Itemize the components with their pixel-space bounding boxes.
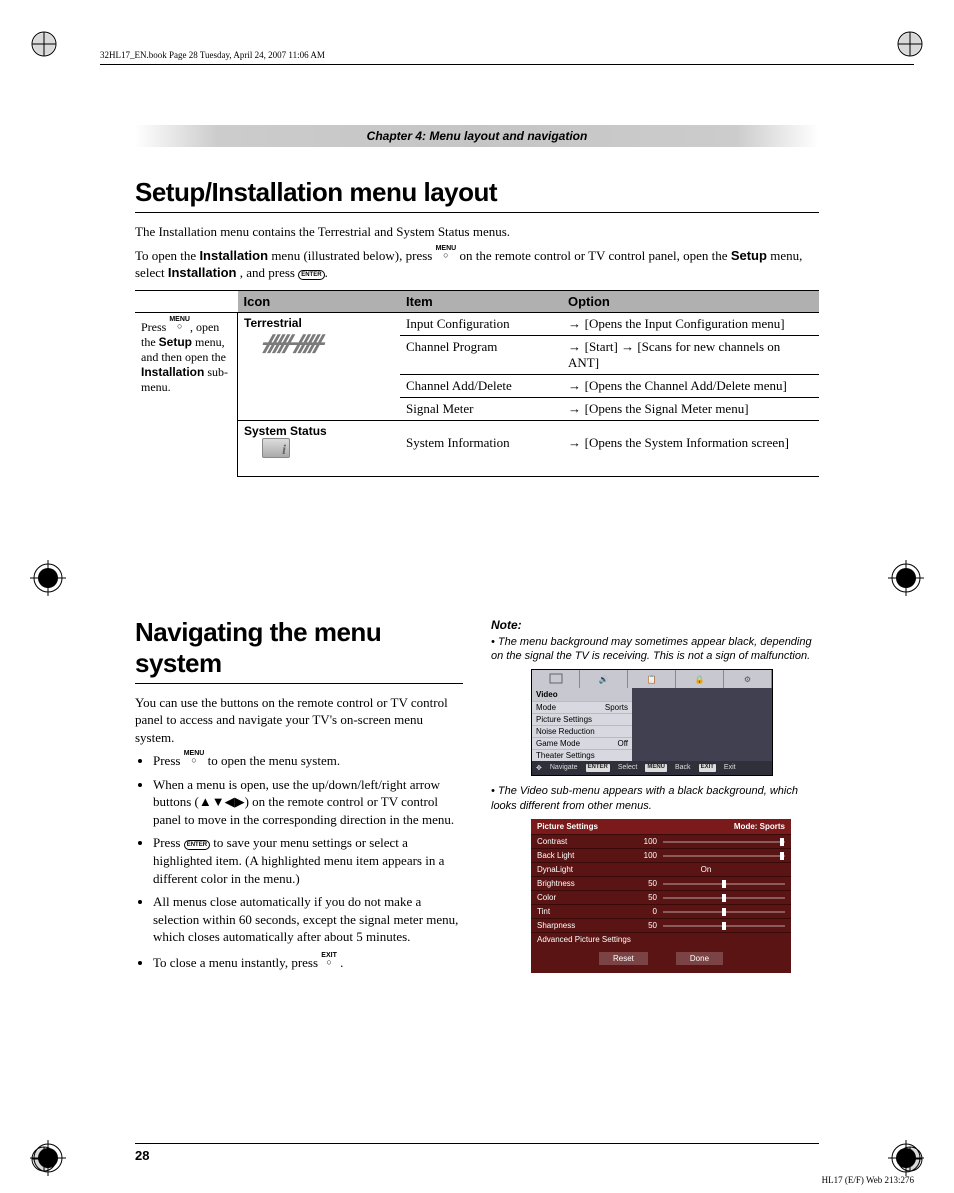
osd2-row: Color 50 <box>531 890 791 904</box>
osd1-row: Game ModeOff <box>532 737 632 749</box>
osd1-row: Noise Reduction <box>532 725 632 737</box>
osd2-row: Back Light 100 <box>531 848 791 862</box>
installation-menu-table: Icon Item Option Press MENU○, open the S… <box>135 290 819 477</box>
osd2-row: Contrast 100 <box>531 834 791 848</box>
intro-p2: To open the Installation menu (illustrat… <box>135 245 819 282</box>
osd2-title: Picture SettingsMode: Sports <box>531 819 791 834</box>
intro-p1: The Installation menu contains the Terre… <box>135 223 819 241</box>
menu-button-icon: MENU○ <box>436 245 457 260</box>
note-text: • The menu background may sometimes appe… <box>491 635 819 664</box>
icon-system-status: System Status <box>238 420 401 476</box>
done-button[interactable]: Done <box>676 952 723 965</box>
table-row: → [Opens the Signal Meter menu] <box>562 397 819 420</box>
tab-icon: 🔊 <box>580 670 628 688</box>
note-heading: Note: <box>491 617 819 633</box>
osd1-row: Theater Settings <box>532 749 632 761</box>
osd1-footer: ✥Navigate ENTERSelect MENUBack EXITExit <box>532 761 772 775</box>
table-row: Channel Program <box>400 335 562 374</box>
osd-video-menu: 🔊 📋 🔒 ⚙ Video ModeSports Picture Setting… <box>531 669 773 776</box>
section-heading-setup: Setup/Installation menu layout <box>135 177 819 208</box>
menu-button-icon: MENU○ <box>169 316 190 331</box>
footer-code: HL17 (E/F) Web 213:276 <box>822 1175 914 1185</box>
enter-button-icon: ENTER <box>298 270 324 280</box>
tab-icon: 📋 <box>628 670 676 688</box>
osd1-title: Video <box>532 688 632 701</box>
exit-button-icon: EXIT○ <box>321 952 337 967</box>
col-option: Option <box>562 290 819 312</box>
col-icon: Icon <box>238 290 401 312</box>
table-row: → [Start] → [Scans for new channels on A… <box>562 335 819 374</box>
osd-picture-settings: Picture SettingsMode: Sports Contrast 10… <box>531 819 791 973</box>
register-mark-icon <box>30 1140 66 1176</box>
tab-icon: 🔒 <box>676 670 724 688</box>
section-heading-navigating: Navigating the menu system <box>135 617 463 679</box>
left-column: Navigating the menu system You can use t… <box>135 617 463 978</box>
table-row: → [Opens the Channel Add/Delete menu] <box>562 374 819 397</box>
nav-instructions: Press MENU○, open the Setup menu, and th… <box>135 312 238 476</box>
menu-button-icon: MENU○ <box>184 750 205 765</box>
chapter-title-bar: Chapter 4: Menu layout and navigation <box>135 125 819 147</box>
osd2-row: Brightness 50 <box>531 876 791 890</box>
header-meta: 32HL17_EN.book Page 28 Tuesday, April 24… <box>100 50 914 60</box>
divider <box>135 212 819 213</box>
page: 32HL17_EN.book Page 28 Tuesday, April 24… <box>0 0 954 1193</box>
divider <box>135 683 463 684</box>
list-item: Press MENU○ to open the menu system. <box>153 750 463 770</box>
note-text: • The Video sub-menu appears with a blac… <box>491 784 819 813</box>
osd1-row: ModeSports <box>532 701 632 713</box>
table-row: System Information <box>400 420 562 476</box>
col-item: Item <box>400 290 562 312</box>
crop-mark-icon <box>30 30 58 58</box>
nav-icon: ✥ <box>536 764 542 772</box>
icon-terrestrial: Terrestrial ᚏᚏ <box>238 312 401 420</box>
nav-bullets: Press MENU○ to open the menu system. Whe… <box>135 750 463 971</box>
osd2-row: DynaLight On <box>531 862 791 876</box>
system-status-icon <box>262 438 290 458</box>
list-item: When a menu is open, use the up/down/lef… <box>153 776 463 829</box>
register-mark-icon <box>888 1140 924 1176</box>
right-column: Note: • The menu background may sometime… <box>491 617 819 978</box>
table-row: Signal Meter <box>400 397 562 420</box>
osd1-row: Picture Settings <box>532 713 632 725</box>
nav-intro: You can use the buttons on the remote co… <box>135 694 463 747</box>
register-mark-icon <box>888 560 924 596</box>
page-number: 28 <box>135 1143 819 1163</box>
tab-icon <box>532 670 580 688</box>
list-item: To close a menu instantly, press EXIT○ . <box>153 952 463 972</box>
osd2-row: Sharpness 50 <box>531 918 791 932</box>
list-item: All menus close automatically if you do … <box>153 893 463 946</box>
osd2-row: Advanced Picture Settings <box>531 932 791 946</box>
content-area: Chapter 4: Menu layout and navigation Se… <box>135 125 819 1163</box>
list-item: Press ENTER to save your menu settings o… <box>153 834 463 887</box>
enter-button-icon: ENTER <box>184 840 210 850</box>
osd2-row: Tint 0 <box>531 904 791 918</box>
table-row: → [Opens the Input Configuration menu] <box>562 312 819 335</box>
register-mark-icon <box>30 560 66 596</box>
reset-button[interactable]: Reset <box>599 952 648 965</box>
tab-icon: ⚙ <box>724 670 772 688</box>
terrestrial-icon: ᚏᚏ <box>244 330 394 356</box>
osd1-preview <box>632 688 772 761</box>
table-row: Channel Add/Delete <box>400 374 562 397</box>
table-row: Input Configuration <box>400 312 562 335</box>
table-row: → [Opens the System Information screen] <box>562 420 819 476</box>
